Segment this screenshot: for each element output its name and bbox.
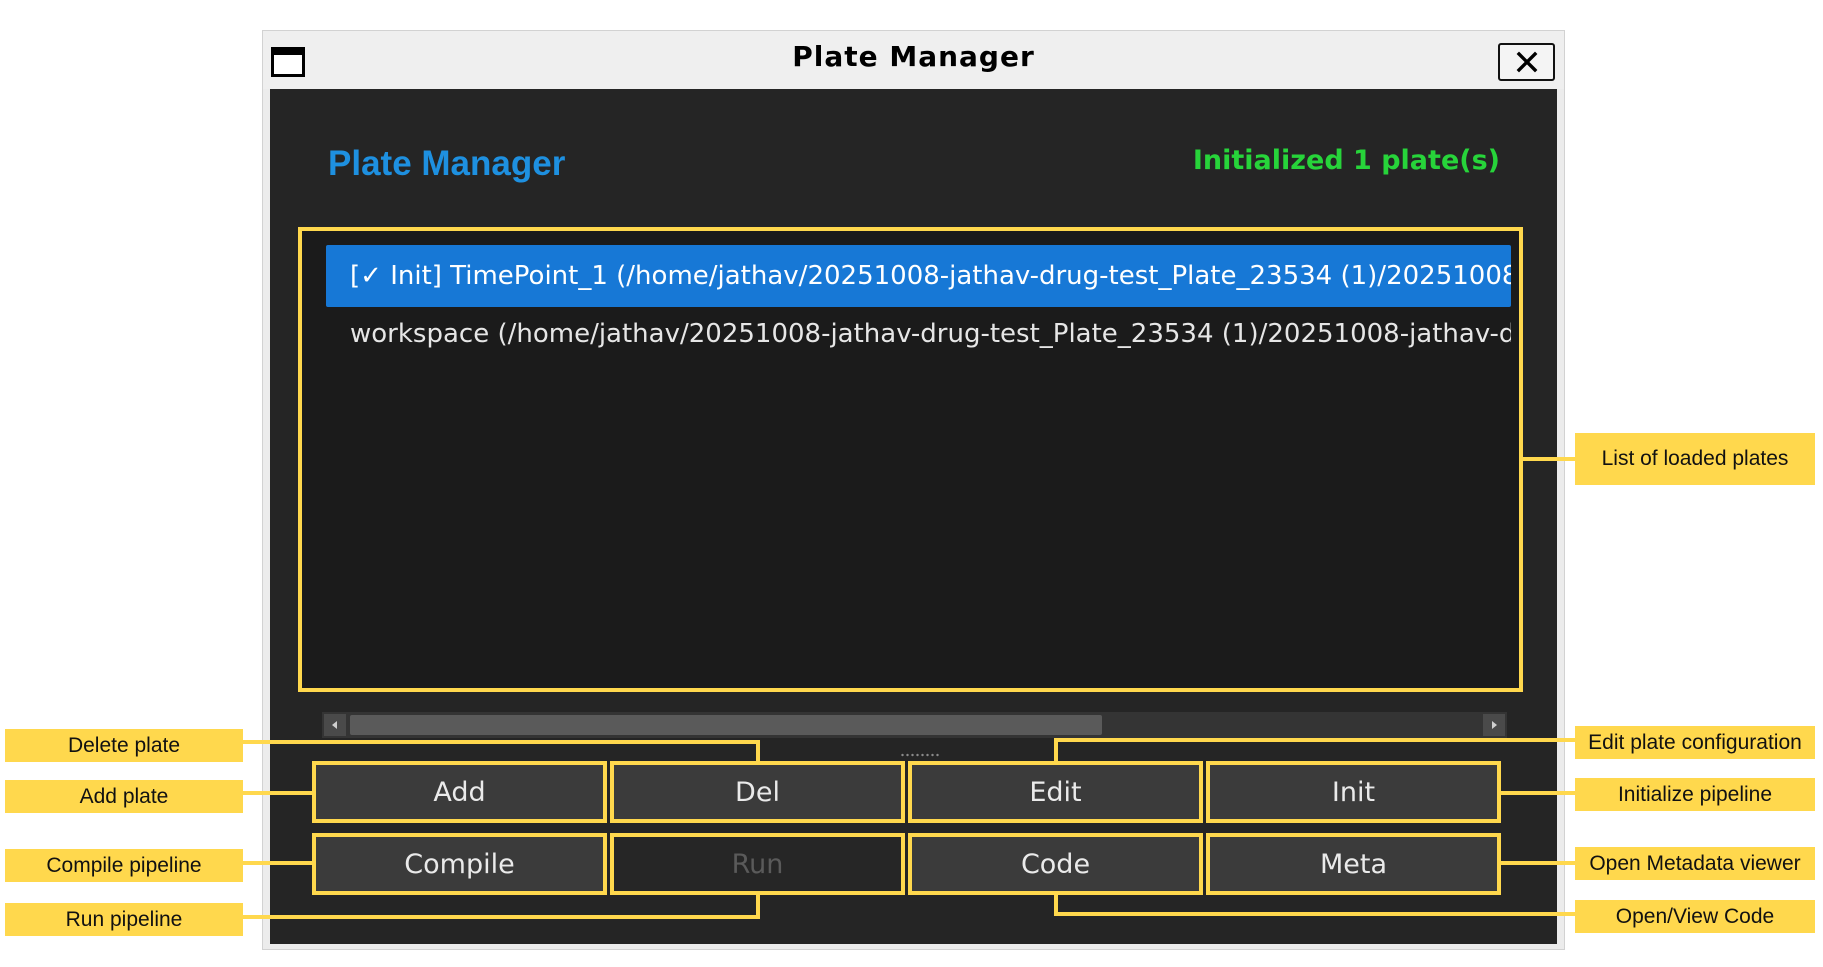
splitter-handle[interactable] bbox=[900, 753, 940, 757]
callout-initialize-pipeline: Initialize pipeline bbox=[1575, 778, 1815, 811]
plate-list[interactable]: [✓ Init] TimePoint_1 (/home/jathav/20251… bbox=[298, 227, 1523, 692]
plate-list-item-timepoint-1[interactable]: [✓ Init] TimePoint_1 (/home/jathav/20251… bbox=[326, 245, 1511, 307]
panel-heading: Plate Manager bbox=[328, 144, 566, 183]
status-message: Initialized 1 plate(s) bbox=[1192, 145, 1500, 176]
init-button[interactable]: Init bbox=[1206, 761, 1501, 823]
callout-open-view-code: Open/View Code bbox=[1575, 900, 1815, 933]
meta-button[interactable]: Meta bbox=[1206, 833, 1501, 895]
arrow-left-icon bbox=[332, 721, 337, 729]
scroll-right-button[interactable] bbox=[1483, 714, 1505, 736]
code-button[interactable]: Code bbox=[908, 833, 1203, 895]
edit-button[interactable]: Edit bbox=[908, 761, 1203, 823]
scrollbar-thumb[interactable] bbox=[350, 715, 1102, 735]
callout-add-plate: Add plate bbox=[5, 780, 243, 813]
compile-button[interactable]: Compile bbox=[312, 833, 607, 895]
run-button[interactable]: Run bbox=[610, 833, 905, 895]
close-button[interactable] bbox=[1498, 43, 1555, 81]
scroll-left-button[interactable] bbox=[324, 714, 346, 736]
callout-open-metadata-viewer: Open Metadata viewer bbox=[1575, 847, 1815, 880]
horizontal-scrollbar[interactable] bbox=[322, 712, 1507, 738]
arrow-right-icon bbox=[1492, 721, 1497, 729]
callout-list-of-loaded-plates: List of loaded plates bbox=[1575, 433, 1815, 485]
callout-delete-plate: Delete plate bbox=[5, 729, 243, 762]
add-button[interactable]: Add bbox=[312, 761, 607, 823]
callout-run-pipeline: Run pipeline bbox=[5, 903, 243, 936]
callout-compile-pipeline: Compile pipeline bbox=[5, 849, 243, 882]
delete-button[interactable]: Del bbox=[610, 761, 905, 823]
window-title: Plate Manager bbox=[792, 40, 1035, 73]
callout-edit-plate-configuration: Edit plate configuration bbox=[1575, 726, 1815, 759]
plate-list-item-workspace[interactable]: workspace (/home/jathav/20251008-jathav-… bbox=[326, 303, 1511, 365]
close-icon bbox=[1516, 51, 1537, 73]
